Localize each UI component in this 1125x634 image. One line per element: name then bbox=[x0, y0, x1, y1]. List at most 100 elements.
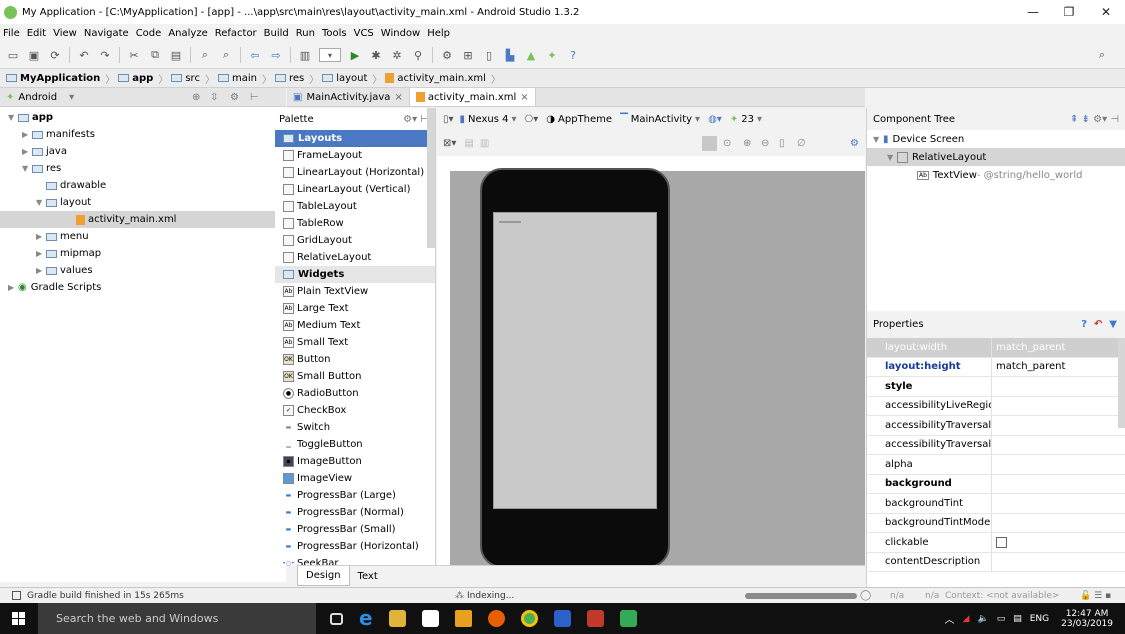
tab-mainactivity-java[interactable]: ▣ MainActivity.java × bbox=[287, 88, 410, 106]
back-icon[interactable]: ⇦ bbox=[248, 48, 262, 62]
zoom-to-fit-icon[interactable]: ⊠▾ bbox=[443, 138, 456, 149]
orientation-icon[interactable]: ⎔▾ bbox=[525, 114, 539, 125]
palette-item[interactable]: Ab Large Text bbox=[275, 300, 435, 317]
cut-icon[interactable]: ✂ bbox=[127, 48, 141, 62]
app-icon[interactable] bbox=[586, 610, 604, 627]
activity-selector[interactable]: MainActivity bbox=[631, 114, 692, 125]
context-indicator[interactable]: Context: <not available> bbox=[945, 591, 1059, 601]
attach-debugger-icon[interactable]: ✲ bbox=[390, 48, 404, 62]
search-everywhere-icon[interactable]: ⌕ bbox=[1095, 48, 1109, 62]
api-level-selector[interactable]: 23 bbox=[741, 114, 754, 125]
property-row[interactable]: contentDescription bbox=[867, 552, 1125, 572]
tree-item-mipmap[interactable]: ▶ mipmap bbox=[0, 245, 101, 262]
run-icon[interactable]: ▶ bbox=[348, 48, 362, 62]
firefox-icon[interactable] bbox=[487, 610, 505, 627]
windows-start-icon[interactable] bbox=[12, 612, 25, 625]
palette-item[interactable]: ▬ Switch bbox=[275, 419, 435, 436]
settings-icon[interactable]: ⚙ bbox=[850, 138, 859, 149]
menu-vcs[interactable]: VCS bbox=[354, 28, 374, 39]
property-row[interactable]: backgroundTintMode bbox=[867, 513, 1125, 533]
breadcrumb-item[interactable]: layout bbox=[322, 73, 367, 84]
property-row[interactable]: accessibilityLiveRegion bbox=[867, 396, 1125, 416]
palette-item[interactable]: LinearLayout (Vertical) bbox=[275, 181, 435, 198]
menu-navigate[interactable]: Navigate bbox=[84, 28, 129, 39]
edge-browser-icon[interactable]: e bbox=[359, 608, 373, 628]
clickable-checkbox[interactable] bbox=[996, 536, 1007, 548]
properties-scrollbar[interactable] bbox=[1118, 338, 1125, 428]
palette-item[interactable]: ImageView bbox=[275, 470, 435, 487]
gear-icon[interactable]: ⚙▾ ⊢ bbox=[403, 114, 429, 125]
tool-windows-icon[interactable] bbox=[12, 591, 21, 600]
palette-group-widgets[interactable]: Widgets bbox=[275, 266, 435, 283]
breadcrumb-item[interactable]: MyApplication bbox=[6, 73, 100, 84]
menu-run[interactable]: Run bbox=[296, 28, 315, 39]
run-config-dropdown-icon[interactable]: ▾ bbox=[319, 48, 341, 62]
profile-icon[interactable]: ⚲ bbox=[411, 48, 425, 62]
zoom-out-icon[interactable]: ⊖ bbox=[761, 138, 769, 149]
task-view-icon[interactable] bbox=[330, 612, 343, 625]
breadcrumb-item[interactable]: app bbox=[118, 73, 153, 84]
help-icon[interactable]: ? ↶ ▼ bbox=[1081, 319, 1117, 330]
palette-item[interactable]: TableLayout bbox=[275, 198, 435, 215]
menu-tools[interactable]: Tools bbox=[322, 28, 347, 39]
palette-item[interactable]: OK Button bbox=[275, 351, 435, 368]
palette-item[interactable]: ▬ ProgressBar (Small) bbox=[275, 521, 435, 538]
palette-group-layouts[interactable]: Layouts bbox=[275, 130, 435, 147]
avd-manager-icon[interactable]: ▯ bbox=[482, 48, 496, 62]
minimize-button[interactable]: — bbox=[1015, 0, 1051, 24]
language-indicator[interactable]: ENG bbox=[1030, 614, 1049, 624]
open-folder-icon[interactable]: ▭ bbox=[6, 48, 20, 62]
property-row[interactable]: accessibilityTraversalAfte bbox=[867, 416, 1125, 436]
property-row[interactable]: background bbox=[867, 474, 1125, 494]
tree-item-manifests[interactable]: ▶ manifests bbox=[0, 126, 95, 143]
property-row[interactable]: alpha bbox=[867, 455, 1125, 475]
app-icon[interactable] bbox=[553, 610, 571, 627]
undo-icon[interactable]: ↶ bbox=[77, 48, 91, 62]
palette-item[interactable]: ● RadioButton bbox=[275, 385, 435, 402]
menu-help[interactable]: Help bbox=[427, 28, 450, 39]
palette-item[interactable]: ▬ ProgressBar (Large) bbox=[275, 487, 435, 504]
redo-icon[interactable]: ↷ bbox=[98, 48, 112, 62]
tab-design[interactable]: Design bbox=[297, 566, 350, 586]
palette-item[interactable]: FrameLayout bbox=[275, 147, 435, 164]
theme-selector[interactable]: AppTheme bbox=[558, 114, 612, 125]
property-row[interactable]: layout:width match_parent bbox=[867, 338, 1125, 358]
layout-height-icon[interactable]: ▥ bbox=[480, 138, 489, 149]
close-button[interactable]: ✕ bbox=[1088, 0, 1124, 24]
volume-icon[interactable]: 🔈 bbox=[977, 614, 988, 624]
palette-item[interactable]: Ab Plain TextView bbox=[275, 283, 435, 300]
menu-view[interactable]: View bbox=[53, 28, 77, 39]
tree-item-menu[interactable]: ▶ menu bbox=[0, 228, 89, 245]
menu-edit[interactable]: Edit bbox=[27, 28, 46, 39]
expand-collapse-icon[interactable]: ⇞ ⇟ ⚙▾ ⊣ bbox=[1070, 114, 1119, 125]
close-tab-icon[interactable]: × bbox=[520, 92, 528, 103]
palette-item[interactable]: TableRow bbox=[275, 215, 435, 232]
debug-icon[interactable]: ✱ bbox=[369, 48, 383, 62]
palette-item[interactable]: ▁ ToggleButton bbox=[275, 436, 435, 453]
battery-icon[interactable]: ▭ bbox=[997, 614, 1006, 624]
zoom-reset-icon[interactable] bbox=[702, 135, 717, 151]
property-row[interactable]: backgroundTint bbox=[867, 494, 1125, 514]
tree-item-res[interactable]: ▼ res bbox=[0, 160, 61, 177]
property-row[interactable]: style bbox=[867, 377, 1125, 397]
tree-item-device-screen[interactable]: ▼ ▮ Device Screen bbox=[867, 130, 1125, 148]
gradle-sync-icon[interactable]: ⊞ bbox=[461, 48, 475, 62]
palette-item[interactable]: OK Small Button bbox=[275, 368, 435, 385]
palette-item[interactable]: Ab Small Text bbox=[275, 334, 435, 351]
tree-item-app[interactable]: ▼ app bbox=[0, 109, 53, 126]
tree-item-relativelayout[interactable]: ▼ RelativeLayout bbox=[867, 148, 1125, 166]
collapse-all-icon[interactable]: ⇳ bbox=[210, 92, 218, 103]
copy-icon[interactable]: ⧉ bbox=[148, 48, 162, 62]
android-device-monitor-icon[interactable]: ▲ bbox=[524, 48, 538, 62]
background-task-label[interactable]: Indexing... bbox=[467, 591, 514, 601]
find-icon[interactable]: ⌕ bbox=[198, 48, 212, 62]
project-structure-icon[interactable]: ⚙ bbox=[440, 48, 454, 62]
chrome-icon[interactable] bbox=[520, 610, 538, 627]
layout-width-icon[interactable]: ▤ bbox=[464, 138, 473, 149]
gear-icon[interactable]: ⚙ bbox=[230, 92, 239, 103]
tree-item-values[interactable]: ▶ values bbox=[0, 262, 93, 279]
chevron-down-icon[interactable]: ▾ bbox=[69, 92, 74, 103]
notification-icon[interactable]: ▤ bbox=[1013, 614, 1022, 624]
forward-icon[interactable]: ⇨ bbox=[269, 48, 283, 62]
palette-item[interactable]: RelativeLayout bbox=[275, 249, 435, 266]
